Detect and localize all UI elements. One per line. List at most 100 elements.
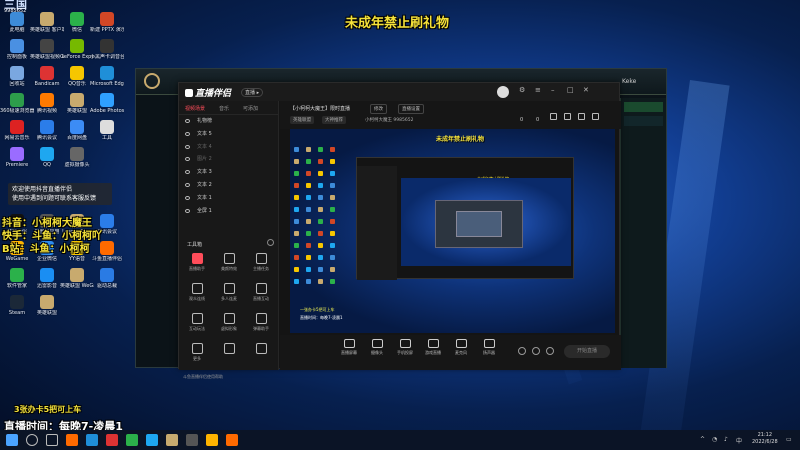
desktop-icon[interactable]: 英雄联盟 WeGame版 xyxy=(60,268,94,289)
record-icon[interactable] xyxy=(532,347,540,355)
toolbox-item[interactable]: 更多 xyxy=(183,343,211,362)
toolbox-item[interactable]: 虚拟形象 xyxy=(215,313,243,332)
taskbar-wechat-icon[interactable] xyxy=(126,434,138,446)
eye-icon[interactable] xyxy=(185,170,190,175)
scene-item[interactable]: 礼物榜 xyxy=(179,115,278,128)
notification-icon[interactable]: ▭ xyxy=(786,436,792,443)
maximize-icon[interactable]: □ xyxy=(567,86,574,94)
desktop-icon[interactable]: QQ xyxy=(30,147,64,168)
taskbar-app-icon[interactable] xyxy=(106,434,118,446)
desktop-icon[interactable]: 控制面板 xyxy=(0,39,34,60)
camera-toggle-icon[interactable] xyxy=(518,347,526,355)
edit-title-button[interactable]: 修改 xyxy=(370,104,387,114)
source-button[interactable]: 直播屏幕 xyxy=(335,339,363,356)
toolbox-item[interactable]: 互动玩法 xyxy=(183,313,211,332)
eye-icon[interactable] xyxy=(185,208,190,213)
desktop-icon[interactable]: 英雄联盟 客户端 xyxy=(30,12,64,33)
taskbar-app-icon[interactable] xyxy=(186,434,198,446)
source-button[interactable]: 摄像头 xyxy=(363,339,391,356)
volume-icon[interactable]: ♪ xyxy=(724,436,728,443)
desktop-icon[interactable]: 腾讯视频 xyxy=(30,93,64,114)
desktop-icon[interactable]: 微信 xyxy=(60,12,94,33)
desktop-icon[interactable]: 驱动总裁 xyxy=(90,268,124,289)
start-menu-icon[interactable] xyxy=(6,434,18,446)
live-companion-window[interactable]: 直播伴侣 直播 ▸ ⚙ ≡ – □ ✕ 视频场景 音乐 可添加 礼物榜 文本 5 文… xyxy=(178,82,621,379)
more-settings-icon[interactable] xyxy=(592,113,599,120)
minimize-icon[interactable]: – xyxy=(551,86,555,94)
menu-icon[interactable]: ≡ xyxy=(535,86,541,94)
settings-icon[interactable]: ⚙ xyxy=(519,86,525,94)
desktop-icon[interactable]: Microsoft Edge xyxy=(90,66,124,87)
scene-item[interactable]: 全屏 1 xyxy=(179,205,278,218)
taskbar-browser-icon[interactable] xyxy=(86,434,98,446)
help-link[interactable]: 斗鱼直播伴侣使用帮助 xyxy=(183,374,223,380)
eye-icon[interactable] xyxy=(185,131,190,136)
desktop-icon[interactable]: Bandicam xyxy=(30,66,64,87)
taskbar-live-icon[interactable] xyxy=(226,434,238,446)
source-button[interactable]: 游戏直播 xyxy=(419,339,447,356)
tab-scenes[interactable]: 视频场景 xyxy=(185,105,205,112)
toolbox-item[interactable]: 美颜特效 xyxy=(215,253,243,272)
desktop-icon[interactable]: 英雄联盟 xyxy=(60,93,94,114)
eye-icon[interactable] xyxy=(185,195,190,200)
close-icon[interactable]: ✕ xyxy=(583,86,589,94)
desktop-icon[interactable]: 斗鱼直播伴侣 xyxy=(90,241,124,262)
desktop-icon[interactable]: 英雄联盟视频 bgm xyxy=(30,39,64,60)
gear-icon[interactable] xyxy=(546,347,554,355)
desktop-icon[interactable]: 英雄联盟 xyxy=(30,295,64,316)
toolbox-item[interactable]: 直播互动 xyxy=(247,283,275,302)
task-view-icon[interactable] xyxy=(46,434,58,446)
source-button[interactable]: 麦克风 xyxy=(447,339,475,356)
taskbar-app-icon[interactable] xyxy=(206,434,218,446)
scene-item[interactable]: 文本 4 xyxy=(179,141,278,154)
scene-item[interactable]: 文本 5 xyxy=(179,128,278,141)
desktop-icon[interactable]: 360极速浏览器 xyxy=(0,93,34,114)
taskbar-lol-icon[interactable] xyxy=(166,434,178,446)
search-icon[interactable] xyxy=(26,434,38,446)
stream-settings-button[interactable]: 直播设置 xyxy=(398,104,424,114)
stream-preview[interactable]: 未成年禁止刷礼物 未成年禁止刷礼物 一张办卡5把可上车 直播时间：每晚7-凌晨1 xyxy=(290,129,615,333)
taskbar-clock[interactable]: 21:12 2022/6/28 xyxy=(752,432,778,446)
source-button[interactable]: 手机投屏 xyxy=(391,339,419,356)
eye-icon[interactable] xyxy=(185,144,190,149)
desktop-icon[interactable]: 工具 xyxy=(90,120,124,141)
toolbox-item[interactable]: 多人连麦 xyxy=(215,283,243,302)
start-live-button[interactable]: 开始直播 xyxy=(564,345,610,358)
desktop-icon[interactable]: Steam xyxy=(0,295,34,316)
category-tag[interactable]: 大神推荐 xyxy=(322,116,346,124)
category-tag[interactable]: 英雄联盟 xyxy=(290,116,314,124)
desktop-icon[interactable]: 此电脑 xyxy=(0,12,34,33)
toolbox-item[interactable]: 直播助手 xyxy=(183,253,211,272)
desktop-icon[interactable]: QQ音乐 xyxy=(60,66,94,87)
eye-icon[interactable] xyxy=(185,119,190,123)
desktop-icon[interactable]: Premiere xyxy=(0,147,34,168)
source-button[interactable]: 扬声器 xyxy=(475,339,503,356)
network-icon[interactable]: ◔ xyxy=(712,436,717,443)
desktop-icon[interactable]: 网易云音乐 xyxy=(0,120,34,141)
scene-item[interactable]: 文本 3 xyxy=(179,166,278,179)
toolbox-more-icon[interactable] xyxy=(267,239,274,246)
eye-icon[interactable] xyxy=(185,157,190,162)
desktop-icon[interactable]: Adobe Photosh... xyxy=(90,93,124,114)
scene-item[interactable]: 文本 2 xyxy=(179,179,278,192)
desktop-icon[interactable]: GeForce Experience xyxy=(60,39,94,60)
desktop-icon[interactable]: 迅雷影音 xyxy=(30,268,64,289)
toolbox-item[interactable] xyxy=(247,343,275,356)
scene-item[interactable]: 图片 2 xyxy=(179,153,278,166)
desktop-icon[interactable]: 小黑声卡调音台 xyxy=(90,39,124,60)
tab-music[interactable]: 音乐 xyxy=(219,105,229,112)
desktop-icon[interactable]: 腾讯会议 xyxy=(30,120,64,141)
user-avatar[interactable] xyxy=(497,86,509,98)
tray-chevron-icon[interactable]: ^ xyxy=(700,436,705,443)
toolbox-item[interactable]: 主播任务 xyxy=(247,253,275,272)
share-icon[interactable] xyxy=(564,113,571,120)
desktop-icon[interactable]: 百度网盘 xyxy=(60,120,94,141)
scene-item[interactable]: 文本 1 xyxy=(179,192,278,205)
ime-icon[interactable]: 中 xyxy=(736,436,742,445)
taskbar-qq-icon[interactable] xyxy=(146,434,158,446)
tab-add[interactable]: 可添加 xyxy=(243,105,258,112)
desktop-icon[interactable]: 软件管家 xyxy=(0,268,34,289)
desktop-icon[interactable]: 新建 PPTX 演示文稿 xyxy=(90,12,124,33)
desktop-icon[interactable]: 回收站 xyxy=(0,66,34,87)
toolbox-item[interactable] xyxy=(215,343,243,356)
